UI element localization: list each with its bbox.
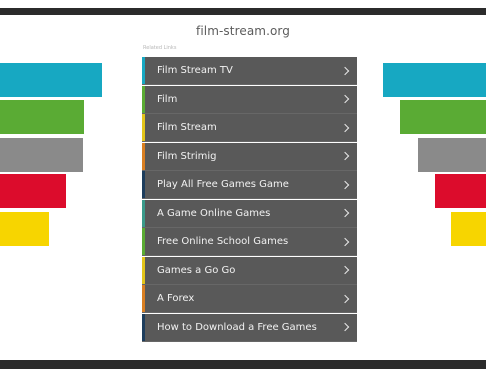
link-label: A Forex [157,293,195,304]
accent-bar [142,142,145,170]
left-stair-4 [0,174,66,208]
top-bar [0,8,486,15]
left-stair-5 [0,212,49,246]
accent-bar [142,199,145,227]
related-links-label: Related Links [143,45,177,51]
link-item[interactable]: Film Strimig [142,142,357,171]
link-label: Play All Free Games Game [157,179,289,190]
left-stair-2 [0,100,84,134]
chevron-right-icon [340,66,350,75]
right-stair-1 [383,63,486,97]
accent-bar [142,313,145,341]
accent-bar [142,285,145,312]
accent-bar [142,57,145,84]
chevron-right-icon [340,294,350,303]
accent-bar [142,228,145,255]
link-item[interactable]: Film [142,85,357,114]
link-item[interactable]: Film Stream TV [142,57,357,85]
right-stair-3 [418,138,486,172]
chevron-right-icon [340,180,350,189]
link-label: How to Download a Free Games [157,321,317,333]
link-label: A Game Online Games [157,207,271,219]
accent-bar [142,171,145,198]
link-item[interactable]: Free Online School Games [142,228,357,256]
left-stair-3 [0,138,83,172]
accent-bar [142,85,145,113]
chevron-right-icon [340,123,350,132]
chevron-right-icon [340,208,350,218]
link-item[interactable]: A Forex [142,285,357,313]
chevron-right-icon [340,322,350,332]
right-stair-2 [400,100,486,134]
link-item[interactable]: Film Stream [142,114,357,142]
link-item[interactable]: Play All Free Games Game [142,171,357,199]
accent-bar [142,114,145,141]
link-label: Film Strimig [157,150,217,162]
link-item[interactable]: How to Download a Free Games [142,313,357,342]
right-stair-5 [451,212,486,246]
link-label: Film Stream TV [157,65,233,76]
chevron-right-icon [340,237,350,246]
bottom-bar [0,360,486,369]
link-label: Games a Go Go [157,264,236,276]
link-label: Free Online School Games [157,236,289,247]
right-stair-4 [435,174,486,208]
left-stair-1 [0,63,102,97]
link-label: Film [157,93,178,105]
link-item[interactable]: Games a Go Go [142,256,357,285]
link-label: Film Stream [157,122,217,133]
accent-bar [142,256,145,284]
site-title[interactable]: film-stream.org [0,24,486,38]
chevron-right-icon [340,265,350,275]
chevron-right-icon [340,151,350,161]
link-item[interactable]: A Game Online Games [142,199,357,228]
related-links-list: Film Stream TV Film Film Stream Film Str… [142,57,357,342]
chevron-right-icon [340,94,350,104]
